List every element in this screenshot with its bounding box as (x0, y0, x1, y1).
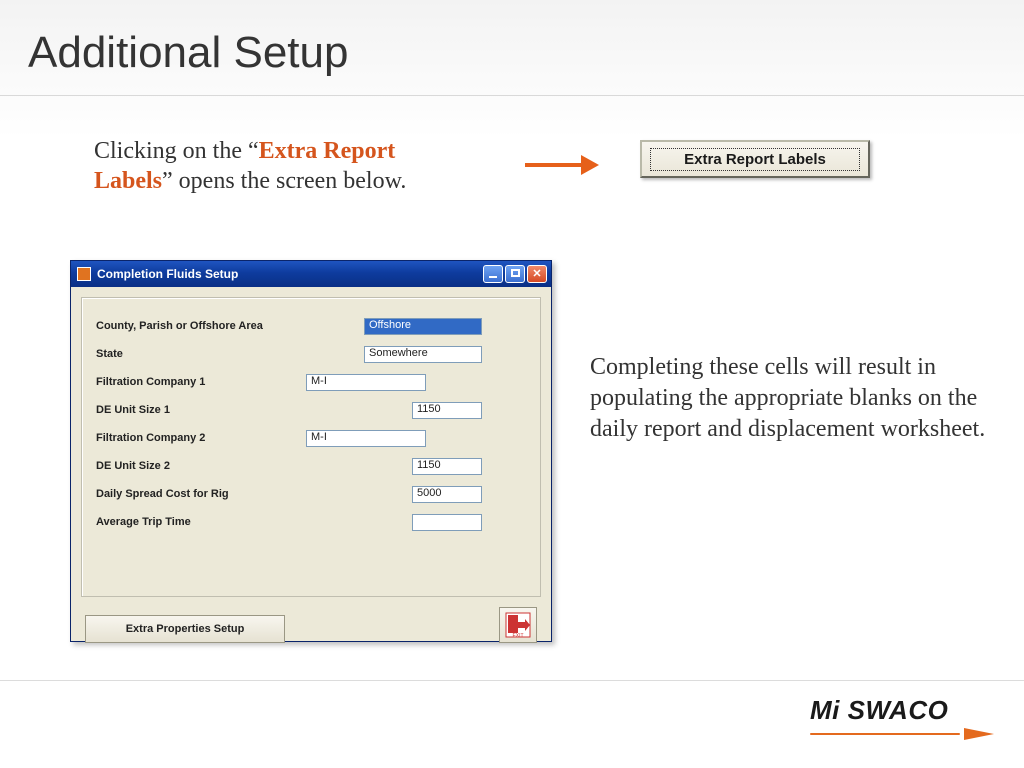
logo-swoosh-icon (810, 728, 994, 740)
daily-spread-cost-label: Daily Spread Cost for Rig (96, 488, 306, 500)
extra-properties-setup-button[interactable]: Extra Properties Setup (85, 615, 285, 643)
extra-report-labels-button[interactable]: Extra Report Labels (640, 140, 870, 178)
average-trip-time-label: Average Trip Time (96, 516, 306, 528)
window-title: Completion Fluids Setup (97, 267, 238, 281)
logo-swaco: SWACO (840, 695, 948, 725)
mi-swaco-logo: Mi SWACO (810, 695, 994, 740)
de-unit-size-2-label: DE Unit Size 2 (96, 460, 306, 472)
description-text: Completing these cells will result in po… (590, 352, 990, 446)
state-label: State (96, 348, 306, 360)
exit-button[interactable]: EXIT (499, 607, 537, 643)
de-unit-size-1-field[interactable]: 1150 (412, 402, 482, 419)
page-title: Additional Setup (28, 28, 348, 78)
de-unit-size-2-field[interactable]: 1150 (412, 458, 482, 475)
county-field[interactable]: Offshore (364, 318, 482, 335)
filtration-company-1-field[interactable]: M-I (306, 374, 426, 391)
divider-bottom (0, 680, 1024, 681)
de-unit-size-1-label: DE Unit Size 1 (96, 404, 306, 416)
extra-report-labels-label: Extra Report Labels (650, 148, 860, 171)
completion-fluids-setup-window: Completion Fluids Setup County, Parish o… (70, 260, 552, 642)
divider-top (0, 95, 1024, 96)
close-button[interactable] (527, 265, 547, 283)
svg-text:EXIT: EXIT (512, 633, 523, 638)
minimize-button[interactable] (483, 265, 503, 283)
filtration-company-2-field[interactable]: M-I (306, 430, 426, 447)
exit-icon: EXIT (505, 612, 531, 638)
window-titlebar[interactable]: Completion Fluids Setup (71, 261, 551, 287)
daily-spread-cost-field[interactable]: 5000 (412, 486, 482, 503)
slide: Additional Setup Clicking on the “Extra … (0, 0, 1024, 768)
intro-text: Clicking on the “Extra Report Labels” op… (94, 136, 474, 196)
app-icon (77, 267, 91, 281)
filtration-company-1-label: Filtration Company 1 (96, 376, 306, 388)
arrow-icon (525, 155, 605, 175)
logo-mi: Mi (810, 695, 840, 725)
average-trip-time-field[interactable] (412, 514, 482, 531)
maximize-button[interactable] (505, 265, 525, 283)
intro-pre: Clicking on the “ (94, 138, 259, 164)
filtration-company-2-label: Filtration Company 2 (96, 432, 306, 444)
intro-post: ” opens the screen below. (162, 168, 406, 194)
state-field[interactable]: Somewhere (364, 346, 482, 363)
county-label: County, Parish or Offshore Area (96, 320, 306, 332)
window-body: County, Parish or Offshore Area Offshore… (81, 297, 541, 597)
